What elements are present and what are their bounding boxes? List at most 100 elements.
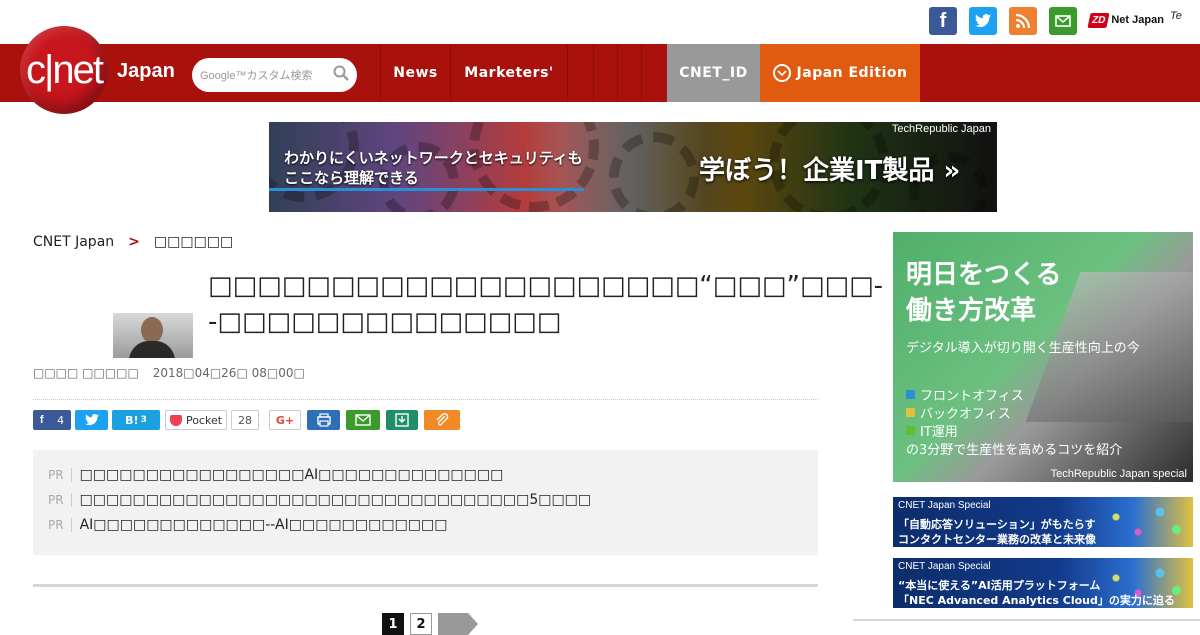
pr-box: PR □□□□□□□□□□□□□□□□□AI□□□□□□□□□□□□□□ PR … (33, 450, 818, 555)
pr-item[interactable]: PR □□□□□□□□□□□□□□□□□□□□□□□□□□□□□□□□□□5□□… (48, 492, 591, 508)
pr-item-text: □□□□□□□□□□□□□□□□□AI□□□□□□□□□□□□□□ (79, 467, 504, 483)
pocket-label: Pocket (185, 413, 223, 427)
banner-underline (269, 188, 584, 191)
nav-marketers[interactable]: Marketers' (450, 44, 567, 102)
twitter-share-button[interactable] (75, 410, 108, 430)
publish-date: 2018□04□26□ 08□00□ (152, 366, 305, 380)
breadcrumb-separator: > (128, 234, 140, 250)
ad-headline-2: 働き方改革 (906, 296, 1037, 326)
banner-cta: 学ぼう！企業IT製品 » (699, 156, 961, 186)
pr-item-text: □□□□□□□□□□□□□□□□□□□□□□□□□□□□□□□□□□5□□□□ (79, 492, 592, 508)
author-avatar[interactable] (113, 313, 193, 358)
bullet-square-icon (906, 408, 915, 417)
download-icon (395, 413, 409, 427)
nav-cnet-id[interactable]: CNET_ID (667, 44, 760, 102)
facebook-share-button[interactable]: f 4 (33, 410, 71, 430)
pr-item[interactable]: PR AI□□□□□□□□□□□□□--AI□□□□□□□□□□□□ (48, 517, 447, 533)
hatena-count: 3 (140, 415, 147, 425)
pr-item[interactable]: PR □□□□□□□□□□□□□□□□□AI□□□□□□□□□□□□□□ (48, 467, 503, 483)
page-2-button[interactable]: 2 (410, 613, 432, 635)
ad-line-2: 「NEC Advanced Analytics Cloud」の実力に迫る (898, 594, 1175, 607)
search-box[interactable]: Google™カスタム検索 (192, 58, 357, 92)
ad-subtitle: デジタル導入が切り開く生産性向上の今 (906, 341, 1140, 356)
nav-item-empty[interactable] (593, 44, 617, 102)
banner-line-2: ここなら理解できる (284, 169, 419, 187)
ad-bullet-text: IT運用 (920, 425, 958, 440)
clip-button[interactable] (424, 410, 460, 430)
ad-line-1: “本当に使える”AI活用プラットフォーム (898, 579, 1101, 592)
hatena-bookmark-button[interactable]: B! 3 (112, 410, 160, 430)
twitter-icon[interactable] (969, 7, 997, 35)
ad-headline-1: 明日をつくる (906, 260, 1062, 290)
ad-bullet: バックオフィス (906, 403, 1011, 422)
ad-bullet: IT運用 (906, 421, 958, 440)
ad-line-1: 「自動応答ソリューション」がもたらす (898, 518, 1096, 531)
zdnet-japan-link[interactable]: ZD Net Japan (1087, 9, 1164, 31)
mail-icon[interactable] (1049, 7, 1077, 35)
zdnet-logo-icon: ZD (1087, 12, 1110, 28)
author-name[interactable]: □□□□ □□□□□ (33, 366, 139, 380)
banner-ad[interactable]: わかりにくいネットワークとセキュリティも ここなら理解できる 学ぼう！企業IT製… (269, 122, 997, 212)
ad-bullet: フロントオフィス (906, 385, 1024, 404)
hatena-icon: B! (125, 413, 139, 427)
google-plus-button[interactable]: G+ (269, 410, 301, 430)
facebook-icon: f (39, 414, 44, 426)
breadcrumb-home[interactable]: CNET Japan (33, 234, 114, 250)
ad-headline: 明日をつくる 働き方改革 (906, 257, 1061, 329)
mail-share-button[interactable] (346, 410, 380, 430)
bullet-square-icon (906, 426, 915, 435)
ad-tail: の3分野で生産性を高めるコツを紹介 (906, 443, 1123, 458)
facebook-icon[interactable]: f (929, 7, 957, 35)
divider (33, 399, 818, 400)
facebook-share-count: 4 (57, 413, 65, 427)
ad-bullet-text: バックオフィス (920, 407, 1011, 422)
article-byline: □□□□ □□□□□ 2018□04□26□ 08□00□ (33, 366, 305, 380)
search-icon[interactable] (333, 65, 349, 85)
search-input[interactable]: Google™カスタム検索 (200, 67, 333, 83)
sidebar-ad-nec-analytics[interactable]: CNET Japan Special “本当に使える”AI活用プラットフォーム … (893, 558, 1193, 608)
avatar-head (141, 317, 163, 343)
content-divider (33, 584, 818, 587)
breadcrumb: CNET Japan > □□□□□□ (33, 234, 233, 250)
logo-text: c|net (26, 47, 104, 92)
breadcrumb-current[interactable]: □□□□□□ (154, 234, 233, 250)
pocket-button[interactable]: Pocket (165, 410, 227, 430)
rss-icon[interactable] (1009, 7, 1037, 35)
cnet-logo[interactable]: c|net (20, 26, 108, 114)
ad-tag: CNET Japan Special (898, 561, 991, 572)
logo-japan-label: Japan (117, 60, 175, 82)
ad-footer: TechRepublic Japan special (1050, 468, 1187, 480)
avatar-body (129, 341, 175, 358)
article-title: □□□□□□□□□□□□□□□□□□□□“□□□”□□□--□□□□□□□□□□… (208, 271, 884, 337)
print-icon (316, 413, 331, 427)
sidebar-ad-workstyle[interactable]: 明日をつくる 働き方改革 デジタル導入が切り開く生産性向上の今 フロントオフィス… (893, 232, 1193, 482)
ad-line-2: コンタクトセンター業務の改革と未来像 (898, 533, 1096, 546)
zdnet-label: Net Japan (1111, 14, 1164, 26)
nav-news[interactable]: News (380, 44, 450, 102)
print-button[interactable] (307, 410, 340, 430)
sidebar-ad-contact-center[interactable]: CNET Japan Special 「自動応答ソリューション」がもたらす コン… (893, 497, 1193, 547)
decorative-dots (1083, 497, 1193, 547)
pocket-count: 28 (231, 410, 259, 430)
mail-icon (355, 414, 371, 426)
nav-item-empty[interactable] (617, 44, 641, 102)
banner-line-1: わかりにくいネットワークとセキュリティも (284, 149, 583, 167)
chevron-down-icon (772, 64, 791, 82)
nav-item-empty[interactable] (641, 44, 667, 102)
next-page-arrow-icon[interactable] (438, 613, 478, 635)
pocket-icon (169, 414, 182, 426)
save-button[interactable] (386, 410, 418, 430)
techrepublic-link[interactable]: Te (1170, 10, 1182, 22)
nav-japan-edition[interactable]: Japan Edition (760, 44, 920, 102)
paperclip-icon (436, 413, 449, 426)
top-utility-bar: f ZD Net Japan Te (0, 0, 1200, 44)
nav-item-empty[interactable] (567, 44, 593, 102)
page-1-button[interactable]: 1 (382, 613, 404, 635)
sidebar-divider (853, 619, 1200, 621)
ad-tag: CNET Japan Special (898, 500, 991, 511)
pr-tag: PR (48, 518, 72, 532)
banner-sponsor: TechRepublic Japan (891, 123, 991, 135)
pr-tag: PR (48, 493, 72, 507)
ad-bullet-text: フロントオフィス (920, 389, 1024, 404)
pr-item-text: AI□□□□□□□□□□□□□--AI□□□□□□□□□□□□ (79, 517, 448, 533)
